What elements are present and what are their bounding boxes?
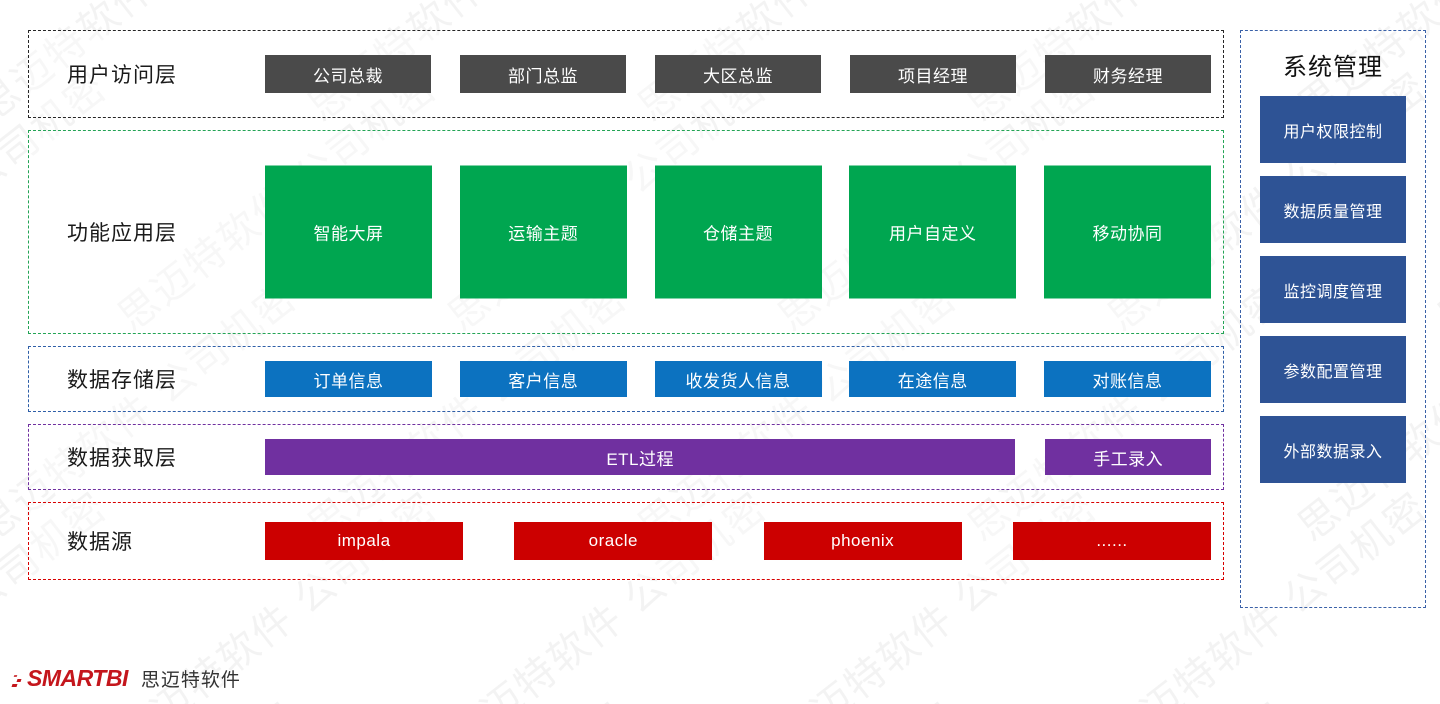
node-transport-topic[interactable]: 运输主题 (459, 165, 627, 299)
node-consignee-info[interactable]: 收发货人信息 (654, 361, 822, 397)
sidebar-item-data-quality[interactable]: 数据质量管理 (1260, 176, 1406, 243)
footer-branding: SMARTBI 思迈特软件 (11, 665, 241, 692)
sidebar-item-external-data-entry[interactable]: 外部数据录入 (1260, 416, 1406, 483)
node-region-director[interactable]: 大区总监 (655, 55, 821, 93)
sidebar-item-user-permission[interactable]: 用户权限控制 (1260, 96, 1406, 163)
layer-label-user-access: 用户访问层 (67, 64, 177, 87)
node-row-user-access: 公司总裁 部门总监 大区总监 项目经理 财务经理 (265, 55, 1211, 93)
node-reconciliation-info[interactable]: 对账信息 (1044, 361, 1211, 397)
node-row-data-storage: 订单信息 客户信息 收发货人信息 在途信息 对账信息 (265, 361, 1211, 397)
node-row-functional-application: 智能大屏 运输主题 仓储主题 用户自定义 移动协同 (265, 165, 1211, 299)
layer-label-data-acquisition: 数据获取层 (67, 447, 177, 470)
node-phoenix[interactable]: phoenix (763, 522, 962, 560)
smartbi-logo-icon (11, 669, 26, 689)
node-row-data-source: impala oracle phoenix ...... (265, 522, 1211, 560)
node-more-sources[interactable]: ...... (1012, 522, 1211, 560)
layer-band-data-storage: 数据存储层 订单信息 客户信息 收发货人信息 在途信息 对账信息 (28, 346, 1224, 412)
node-order-info[interactable]: 订单信息 (265, 361, 432, 397)
brand-name: SMARTBI (27, 665, 128, 691)
system-management-title: 系统管理 (1283, 54, 1383, 81)
node-smart-dashboard[interactable]: 智能大屏 (265, 165, 432, 299)
layer-band-data-acquisition: 数据获取层 ETL过程 手工录入 (28, 424, 1224, 490)
architecture-layers-column: 用户访问层 公司总裁 部门总监 大区总监 项目经理 财务经理 功能应用层 智能大… (28, 30, 1224, 608)
system-management-panel: 系统管理 用户权限控制 数据质量管理 监控调度管理 参数配置管理 外部数据录入 (1240, 30, 1426, 608)
layer-label-data-source: 数据源 (67, 531, 133, 554)
node-oracle[interactable]: oracle (514, 522, 713, 560)
node-mobile-collaboration[interactable]: 移动协同 (1044, 165, 1211, 299)
node-finance-manager[interactable]: 财务经理 (1045, 55, 1211, 93)
node-in-transit-info[interactable]: 在途信息 (849, 361, 1017, 397)
node-department-director[interactable]: 部门总监 (460, 55, 626, 93)
sidebar-item-monitor-schedule[interactable]: 监控调度管理 (1260, 256, 1406, 323)
node-project-manager[interactable]: 项目经理 (850, 55, 1016, 93)
node-customer-info[interactable]: 客户信息 (459, 361, 627, 397)
brand-name-cn: 思迈特软件 (140, 670, 241, 691)
node-user-defined[interactable]: 用户自定义 (849, 165, 1017, 299)
layer-band-user-access: 用户访问层 公司总裁 部门总监 大区总监 项目经理 财务经理 (28, 30, 1224, 118)
node-warehouse-topic[interactable]: 仓储主题 (654, 165, 822, 299)
layer-band-functional-application: 功能应用层 智能大屏 运输主题 仓储主题 用户自定义 移动协同 (28, 130, 1224, 334)
layer-label-data-storage: 数据存储层 (67, 369, 177, 392)
node-impala[interactable]: impala (265, 522, 463, 560)
node-row-data-acquisition: ETL过程 手工录入 (265, 439, 1211, 475)
sidebar-item-parameter-config[interactable]: 参数配置管理 (1260, 336, 1406, 403)
node-company-president[interactable]: 公司总裁 (265, 55, 431, 93)
architecture-diagram: 用户访问层 公司总裁 部门总监 大区总监 项目经理 财务经理 功能应用层 智能大… (0, 0, 1440, 704)
node-manual-entry[interactable]: 手工录入 (1045, 439, 1211, 475)
node-etl-process[interactable]: ETL过程 (265, 439, 1016, 475)
layer-label-functional-application: 功能应用层 (67, 222, 177, 245)
layer-band-data-source: 数据源 impala oracle phoenix ...... (28, 502, 1224, 580)
